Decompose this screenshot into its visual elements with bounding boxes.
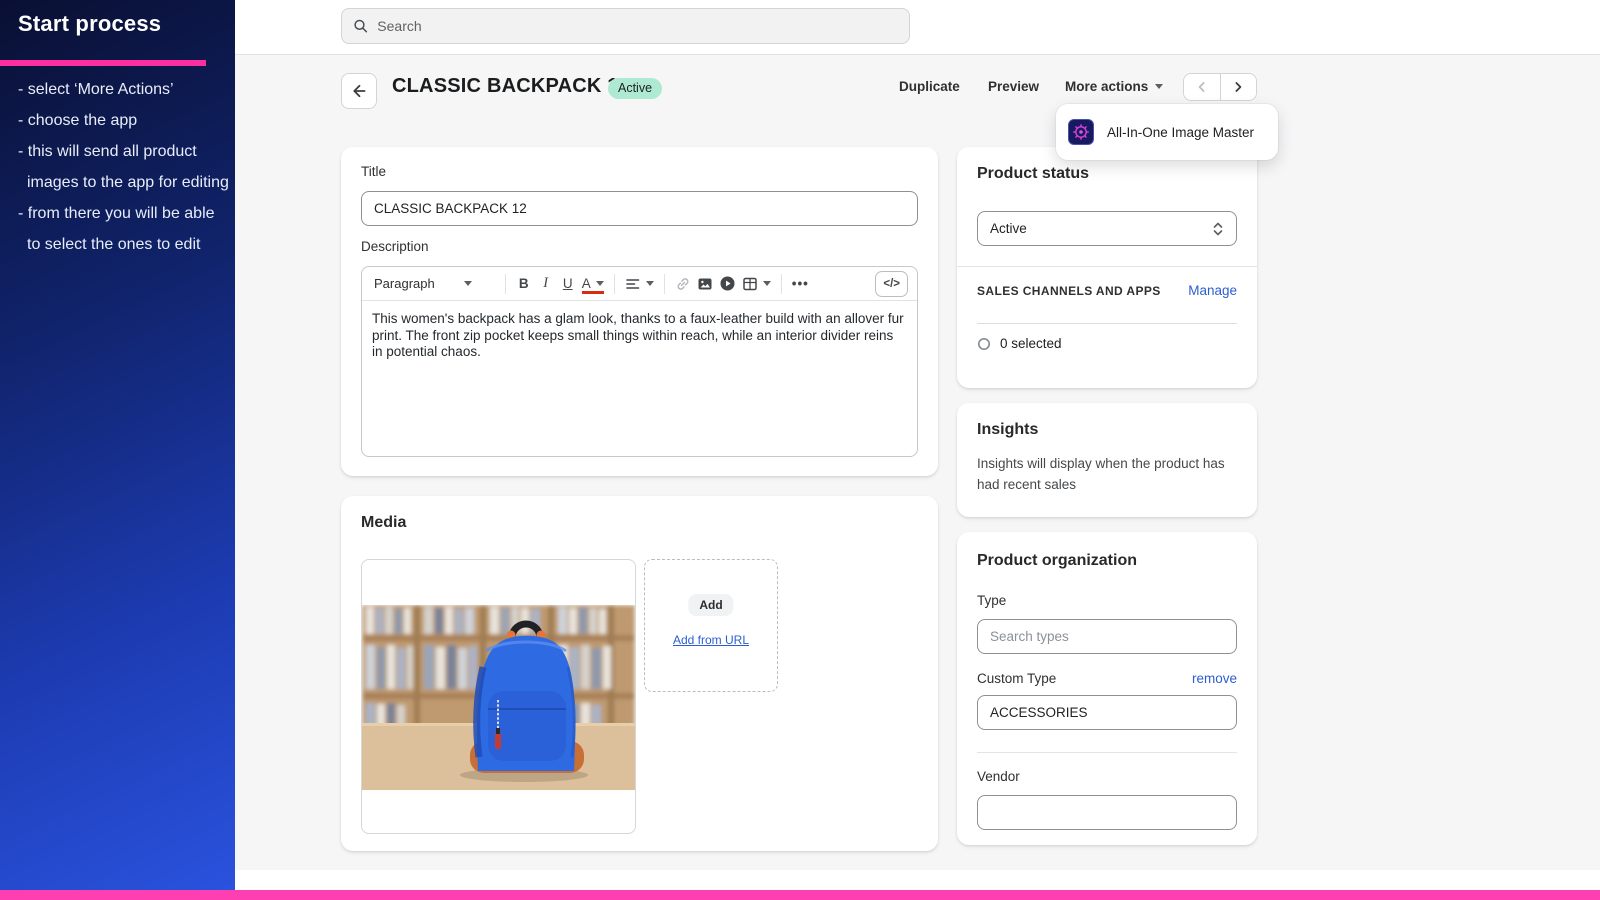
remove-custom-type-link[interactable]: remove [1192, 671, 1237, 686]
caret-down-icon [595, 281, 604, 286]
manage-channels-link[interactable]: Manage [1188, 283, 1237, 298]
insert-image-button[interactable] [694, 271, 716, 297]
more-actions-menu: All-In-One Image Master [1056, 104, 1278, 160]
title-input[interactable] [361, 191, 918, 226]
editor-toolbar: Paragraph B I U A ••• </> [362, 267, 917, 301]
title-label: Title [361, 164, 387, 179]
media-card: Media Add Add from URL [341, 496, 938, 851]
more-actions-label: More actions [1065, 79, 1149, 94]
next-product-button[interactable] [1221, 74, 1257, 100]
product-image-backpack [362, 605, 635, 790]
arrow-left-icon [353, 84, 366, 98]
media-heading: Media [361, 514, 407, 531]
caret-down-icon [762, 281, 771, 286]
app-gear-icon [1068, 119, 1094, 145]
tutorial-step: - this will send all product [18, 143, 197, 160]
prev-product-button[interactable] [1184, 74, 1221, 100]
menu-item-all-in-one-image-master[interactable]: All-In-One Image Master [1107, 125, 1254, 140]
insights-body: Insights will display when the product h… [977, 456, 1225, 492]
product-organization-heading: Product organization [977, 552, 1137, 569]
vendor-label: Vendor [977, 769, 1020, 784]
up-down-chevrons-icon [1213, 222, 1223, 235]
alignment-icon [625, 278, 640, 289]
video-play-icon [720, 276, 735, 291]
tutorial-step: - choose the app [18, 112, 138, 129]
bottom-white-strip [0, 870, 1600, 890]
image-icon [698, 278, 712, 289]
tutorial-sidebar: Start process - select ‘More Actions’ - … [0, 0, 235, 890]
tutorial-step: - from there you will be able [18, 205, 215, 222]
pink-divider [0, 60, 206, 66]
caret-down-icon [463, 281, 472, 286]
chevron-left-icon [1198, 82, 1205, 92]
search-icon [354, 19, 368, 33]
divider [957, 266, 1257, 267]
bold-button[interactable]: B [513, 271, 535, 297]
product-pager [1183, 73, 1257, 101]
divider [977, 323, 1237, 324]
add-media-button[interactable]: Add [688, 594, 734, 616]
tutorial-steps: - select ‘More Actions’ - choose the app… [18, 80, 230, 266]
chevron-right-icon [1235, 82, 1242, 92]
search-input[interactable] [377, 18, 898, 34]
tutorial-step: - select ‘More Actions’ [18, 81, 174, 98]
insert-table-button[interactable] [739, 271, 774, 297]
preview-button[interactable]: Preview [988, 79, 1039, 94]
show-html-button[interactable]: </> [875, 270, 908, 297]
insights-heading: Insights [977, 421, 1039, 438]
type-label: Type [977, 593, 1007, 608]
description-text[interactable]: This women's backpack has a glam look, t… [362, 301, 917, 371]
vendor-input[interactable] [977, 795, 1237, 830]
insert-link-button[interactable] [672, 271, 694, 297]
custom-type-input[interactable] [977, 695, 1237, 730]
title-description-card: Title Description Paragraph B I U A [341, 147, 938, 476]
table-icon [742, 277, 757, 290]
insights-card: Insights Insights will display when the … [957, 403, 1257, 517]
more-formatting-button[interactable]: ••• [789, 271, 812, 297]
channels-selected-text: 0 selected [1000, 336, 1062, 351]
bottom-accent-bar [0, 890, 1600, 900]
page-title: CLASSIC BACKPACK 12 [392, 75, 630, 97]
status-select[interactable]: Active [977, 211, 1237, 246]
tutorial-step-continuation: images to the app for editing [27, 174, 229, 191]
product-organization-card: Product organization Type Custom Type re… [957, 532, 1257, 845]
tutorial-title: Start process [18, 11, 162, 36]
color-swatch-bar [581, 291, 604, 294]
alignment-button[interactable] [622, 271, 657, 297]
tutorial-step-continuation: to select the ones to edit [27, 236, 201, 253]
description-editor: Paragraph B I U A ••• </> This women's b… [361, 266, 918, 457]
status-select-value: Active [990, 221, 1027, 236]
back-button[interactable] [341, 73, 377, 109]
channels-selected-row: 0 selected [977, 336, 1062, 351]
app-window: CLASSIC BACKPACK 12 Active Duplicate Pre… [0, 0, 1600, 900]
sales-channels-heading: SALES CHANNELS AND APPS [977, 284, 1161, 298]
caret-down-icon [1155, 84, 1164, 89]
media-drop-zone[interactable]: Add Add from URL [644, 559, 778, 692]
description-label: Description [361, 239, 429, 254]
insert-video-button[interactable] [716, 271, 739, 297]
paragraph-style-dropdown[interactable]: Paragraph [371, 271, 498, 297]
underline-button[interactable]: U [557, 271, 579, 297]
add-from-url-link[interactable]: Add from URL [673, 633, 749, 647]
caret-down-icon [645, 281, 654, 286]
text-color-button[interactable]: A [579, 271, 607, 297]
product-status-card: Product status Active SALES CHANNELS AND… [957, 147, 1257, 388]
type-input[interactable] [977, 619, 1237, 654]
status-badge: Active [608, 78, 663, 99]
product-media-item[interactable] [361, 559, 636, 834]
empty-circle-icon [977, 337, 991, 350]
divider [977, 752, 1237, 753]
search-box[interactable] [341, 8, 910, 44]
top-bar [0, 0, 1600, 55]
more-actions-button[interactable]: More actions [1065, 79, 1164, 94]
product-status-heading: Product status [977, 165, 1090, 182]
custom-type-label: Custom Type [977, 671, 1057, 686]
italic-button[interactable]: I [535, 271, 557, 297]
link-icon [677, 277, 689, 290]
duplicate-button[interactable]: Duplicate [899, 79, 960, 94]
